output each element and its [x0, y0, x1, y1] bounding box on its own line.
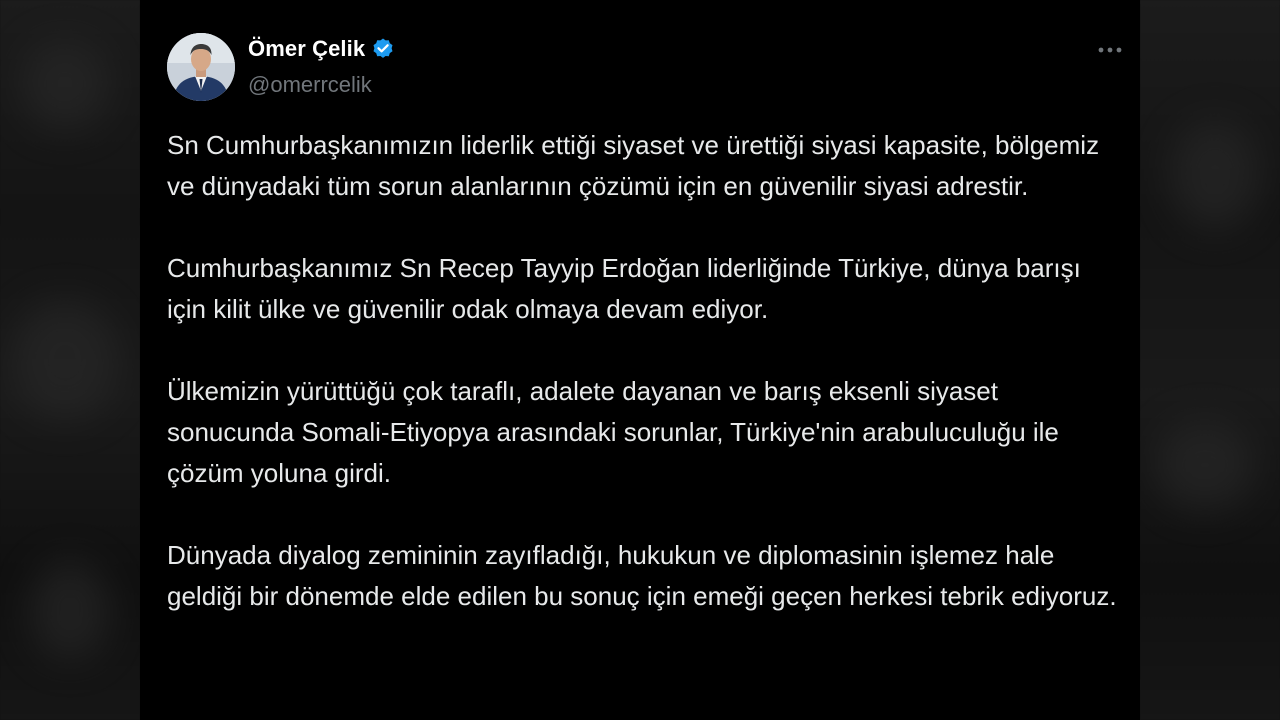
- author-name-row: Ömer Çelik: [248, 36, 395, 62]
- more-horizontal-icon: [1098, 47, 1122, 53]
- author-handle[interactable]: @omerrcelik: [248, 72, 372, 98]
- tweet-text: Sn Cumhurbaşkanımızın liderlik ettiği si…: [167, 125, 1127, 658]
- tweet-paragraph: Sn Cumhurbaşkanımızın liderlik ettiği si…: [167, 130, 1100, 201]
- blurred-background-left: [0, 0, 140, 720]
- tweet-card: Ömer Çelik @omerrcelik Sn Cumhurbaşkanım…: [140, 0, 1140, 720]
- tweet-paragraph: Cumhurbaşkanımız Sn Recep Tayyip Erdoğan…: [167, 253, 1081, 324]
- tweet-paragraph: Dünyada diyalog zemininin zayıfladığı, h…: [167, 540, 1117, 611]
- verified-badge-icon[interactable]: [371, 37, 395, 61]
- author-name[interactable]: Ömer Çelik: [248, 36, 365, 62]
- screenshot-stage: Ömer Çelik @omerrcelik Sn Cumhurbaşkanım…: [0, 0, 1280, 720]
- tweet-paragraph: Ülkemizin yürüttüğü çok taraflı, adalete…: [167, 376, 1059, 488]
- blurred-background-right: [1140, 0, 1280, 720]
- avatar-image: [167, 33, 235, 101]
- avatar[interactable]: [167, 33, 235, 101]
- more-options-button[interactable]: [1092, 36, 1128, 64]
